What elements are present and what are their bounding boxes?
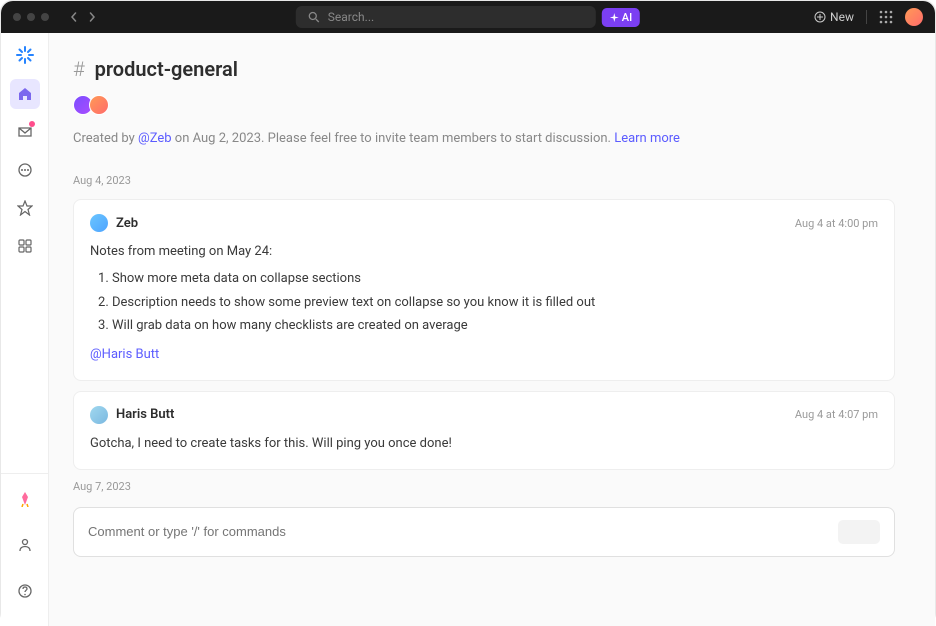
- person-icon: [17, 537, 33, 553]
- message-time: Aug 4 at 4:00 pm: [795, 217, 878, 230]
- nav-forward-button[interactable]: [87, 12, 97, 22]
- message-author[interactable]: Zeb: [116, 216, 138, 231]
- help-icon: [17, 583, 33, 599]
- send-button[interactable]: [838, 520, 880, 544]
- topbar: Search... AI New: [1, 1, 935, 33]
- channel-name: product-general: [95, 57, 238, 81]
- creator-link[interactable]: @Zeb: [138, 131, 172, 146]
- message-avatar[interactable]: [90, 406, 108, 424]
- message-list: Show more meta data on collapse sections…: [90, 269, 878, 337]
- channel-header: # product-general: [73, 57, 895, 81]
- meta-text: on Aug 2, 2023. Please feel free to invi…: [172, 131, 615, 146]
- message-body: Gotcha, I need to create tasks for this.…: [90, 434, 878, 455]
- sidebar-dashboard[interactable]: [10, 231, 40, 261]
- search-placeholder: Search...: [328, 10, 374, 24]
- sidebar-favorites[interactable]: [10, 193, 40, 223]
- notification-badge: [29, 121, 35, 127]
- message-time: Aug 4 at 4:07 pm: [795, 408, 878, 421]
- sidebar-upgrade[interactable]: [10, 484, 40, 514]
- meta-text: Created by: [73, 131, 138, 146]
- minimize-window-icon[interactable]: [27, 13, 35, 21]
- channel-meta: Created by @Zeb on Aug 2, 2023. Please f…: [73, 131, 895, 146]
- search-input[interactable]: Search...: [296, 6, 596, 28]
- message: Zeb Aug 4 at 4:00 pm Notes from meeting …: [73, 199, 895, 381]
- composer-input[interactable]: [88, 524, 838, 539]
- window-controls: [13, 13, 49, 21]
- list-item: Show more meta data on collapse sections: [112, 269, 878, 290]
- rocket-icon: [17, 491, 33, 507]
- avatar: [89, 95, 109, 115]
- sidebar-chat[interactable]: [10, 155, 40, 185]
- nav-arrows: [69, 12, 97, 22]
- grid-icon: [17, 238, 33, 254]
- date-separator: Aug 4, 2023: [73, 174, 895, 187]
- close-window-icon[interactable]: [13, 13, 21, 21]
- star-icon: [17, 200, 33, 216]
- sidebar-help[interactable]: [10, 576, 40, 606]
- user-mention[interactable]: @Haris Butt: [90, 347, 159, 362]
- sidebar-profile[interactable]: [10, 530, 40, 560]
- apps-button[interactable]: [879, 10, 893, 24]
- message-text: Notes from meeting on May 24:: [90, 242, 878, 263]
- new-button[interactable]: New: [814, 10, 854, 24]
- message: Haris Butt Aug 4 at 4:07 pm Gotcha, I ne…: [73, 391, 895, 470]
- sidebar: [1, 33, 49, 626]
- message-avatar[interactable]: [90, 214, 108, 232]
- chat-icon: [17, 162, 33, 178]
- app-logo[interactable]: [15, 45, 35, 65]
- divider: [866, 10, 867, 24]
- date-separator: Aug 7, 2023: [73, 480, 895, 493]
- maximize-window-icon[interactable]: [41, 13, 49, 21]
- message-body: Notes from meeting on May 24: Show more …: [90, 242, 878, 366]
- ai-button[interactable]: AI: [602, 8, 640, 27]
- list-item: Will grab data on how many checklists ar…: [112, 316, 878, 337]
- ai-label: AI: [622, 11, 632, 24]
- hash-icon: #: [73, 57, 85, 81]
- main-content: # product-general Created by @Zeb on Aug…: [49, 33, 935, 626]
- nav-back-button[interactable]: [69, 12, 79, 22]
- plus-circle-icon: [814, 11, 826, 23]
- home-icon: [17, 86, 33, 102]
- search-icon: [308, 11, 320, 23]
- user-avatar[interactable]: [905, 8, 923, 26]
- sidebar-home[interactable]: [10, 79, 40, 109]
- sparkle-icon: [610, 13, 619, 22]
- new-label: New: [830, 10, 854, 24]
- learn-more-link[interactable]: Learn more: [614, 131, 680, 146]
- composer: [73, 507, 895, 557]
- sidebar-inbox[interactable]: [10, 117, 40, 147]
- list-item: Description needs to show some preview t…: [112, 293, 878, 314]
- message-author[interactable]: Haris Butt: [116, 407, 174, 422]
- member-avatars[interactable]: [73, 95, 895, 115]
